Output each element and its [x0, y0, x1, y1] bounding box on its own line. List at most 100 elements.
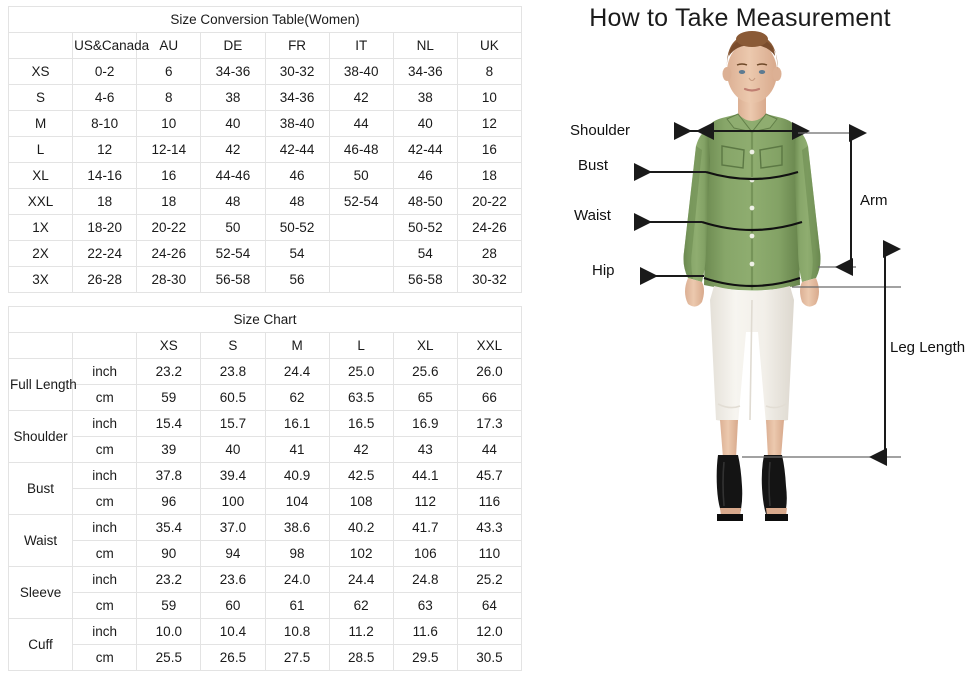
conversion-table-row: 2X 22-24 24-26 52-54 54 54 28	[7, 240, 523, 267]
conversion-cell: 26-28	[72, 266, 138, 293]
size-chart-table: Size Chart XS S M L XL XXL Full Length inch 23.…	[7, 306, 523, 671]
conversion-row-size: 2X	[7, 240, 74, 267]
conversion-row-size: 3X	[7, 266, 74, 293]
conversion-col-header-it: IT	[328, 32, 394, 59]
conversion-table-row: L 12 12-14 42 42-44 46-48 42-44 16	[7, 136, 523, 163]
conversion-cell: 46	[264, 162, 330, 189]
size-chart-value-cell: 112	[392, 488, 458, 515]
size-chart-value-cell: 41	[264, 436, 330, 463]
size-chart-measurement-label: Shoulder	[7, 410, 74, 463]
size-chart-value-cell: 23.2	[136, 358, 202, 385]
conversion-cell: 44	[328, 110, 394, 137]
size-chart-unit-cell: inch	[72, 462, 138, 489]
size-chart-value-cell: 39.4	[200, 462, 266, 489]
size-chart-col-header-m: M	[264, 332, 330, 359]
conversion-cell: 16	[136, 162, 202, 189]
size-chart-value-cell: 27.5	[264, 644, 330, 671]
conversion-cell: 8	[456, 58, 523, 85]
conversion-cell: 38-40	[264, 110, 330, 137]
size-chart-measurement-label: Full Length	[7, 358, 77, 411]
size-chart-unit-cell: inch	[72, 358, 138, 385]
conversion-table-title-row: Size Conversion Table(Women)	[8, 6, 522, 33]
size-chart-value-cell: 44	[456, 436, 523, 463]
conversion-cell: 56	[264, 266, 330, 293]
label-leg-length: Leg Length	[890, 339, 966, 356]
conversion-cell: 42	[328, 84, 394, 111]
model-illustration: Shoulder Bust Waist Hip Arm Leg Length	[530, 0, 975, 673]
conversion-cell: 28-30	[136, 266, 202, 293]
size-chart-value-cell: 60.5	[200, 384, 266, 411]
size-chart-value-cell: 59	[136, 384, 202, 411]
conversion-row-size: XL	[7, 162, 74, 189]
size-chart-value-cell: 42	[328, 436, 394, 463]
conversion-cell: 30-32	[456, 266, 523, 293]
size-chart-value-cell: 106	[392, 540, 458, 567]
conversion-table-header-row: US&Canada AU DE FR IT NL UK	[7, 32, 523, 59]
size-chart-row: Cuff inch 10.0 10.4 10.8 11.2 11.6 12.0	[7, 618, 523, 671]
size-chart-corner-cell	[7, 332, 74, 359]
size-chart-value-cell: 98	[264, 540, 330, 567]
conversion-cell: 50-52	[392, 214, 458, 241]
conversion-cell	[328, 214, 394, 241]
size-chart-row: cm 25.5 26.5 27.5 28.5 29.5 30.5	[9, 644, 523, 671]
size-chart-value-cell: 12.0	[456, 618, 523, 645]
size-chart-value-cell: 41.7	[392, 514, 458, 541]
conversion-table-row: S 4-6 8 38 34-36 42 38 10	[7, 84, 523, 111]
conversion-cell: 48	[200, 188, 266, 215]
size-chart-value-cell: 40	[200, 436, 266, 463]
conversion-cell: 38-40	[328, 58, 394, 85]
size-chart-value-cell: 26.5	[200, 644, 266, 671]
conversion-cell: 6	[136, 58, 202, 85]
conversion-cell: 22-24	[72, 240, 138, 267]
size-chart-row: Sleeve inch 23.2 23.6 24.0 24.4 24.8 25.2	[7, 566, 523, 619]
size-chart-row: Full Length inch 23.2 23.8 24.4 25.0 25.6 26.0	[7, 358, 523, 411]
conversion-cell: 52-54	[200, 240, 266, 267]
size-chart-value-cell: 25.5	[136, 644, 202, 671]
conversion-cell: 24-26	[136, 240, 202, 267]
conversion-cell: 18	[456, 162, 523, 189]
size-chart-value-cell: 40.9	[264, 462, 330, 489]
conversion-cell: 12-14	[136, 136, 202, 163]
conversion-cell: 40	[392, 110, 458, 137]
conversion-cell: 8-10	[72, 110, 138, 137]
conversion-cell: 42-44	[264, 136, 330, 163]
size-chart-value-cell: 23.6	[200, 566, 266, 593]
conversion-cell: 44-46	[200, 162, 266, 189]
conversion-cell: 4-6	[72, 84, 138, 111]
size-chart-value-cell: 61	[264, 592, 330, 619]
conversion-cell: 12	[72, 136, 138, 163]
size-chart-value-cell: 10.0	[136, 618, 202, 645]
size-chart-value-cell: 10.4	[200, 618, 266, 645]
size-chart-value-cell: 62	[264, 384, 330, 411]
size-chart-value-cell: 44.1	[392, 462, 458, 489]
size-chart-value-cell: 35.4	[136, 514, 202, 541]
size-chart-value-cell: 25.0	[328, 358, 394, 385]
size-chart-value-cell: 43.3	[456, 514, 523, 541]
conversion-cell: 10	[456, 84, 523, 111]
size-chart-value-cell: 11.6	[392, 618, 458, 645]
size-chart-value-cell: 38.6	[264, 514, 330, 541]
size-chart-row: Waist inch 35.4 37.0 38.6 40.2 41.7 43.3	[7, 514, 523, 567]
conversion-row-size: L	[7, 136, 74, 163]
size-chart-unit-cell: inch	[72, 566, 138, 593]
size-chart-row: Shoulder inch 15.4 15.7 16.1 16.5 16.9 17.3	[7, 410, 523, 463]
size-chart-value-cell: 10.8	[264, 618, 330, 645]
size-chart-value-cell: 37.0	[200, 514, 266, 541]
size-chart-value-cell: 59	[136, 592, 202, 619]
size-chart-value-cell: 26.0	[456, 358, 523, 385]
conversion-cell: 54	[392, 240, 458, 267]
conversion-cell: 50	[200, 214, 266, 241]
conversion-table-row: 3X 26-28 28-30 56-58 56 56-58 30-32	[7, 266, 523, 293]
size-chart-value-cell: 24.4	[328, 566, 394, 593]
size-chart-unit-cell: cm	[72, 540, 138, 567]
conversion-corner-cell	[7, 32, 74, 59]
label-arm-hip: Hip	[592, 262, 615, 279]
conversion-col-header-uk: UK	[456, 32, 523, 59]
label-bust: Bust	[578, 157, 609, 174]
size-chart-row: cm 59 60.5 62 63.5 65 66	[9, 384, 523, 411]
size-chart-value-cell: 28.5	[328, 644, 394, 671]
conversion-row-size: XXL	[7, 188, 74, 215]
size-chart-value-cell: 40.2	[328, 514, 394, 541]
size-chart-value-cell: 25.6	[392, 358, 458, 385]
size-chart-value-cell: 108	[328, 488, 394, 515]
